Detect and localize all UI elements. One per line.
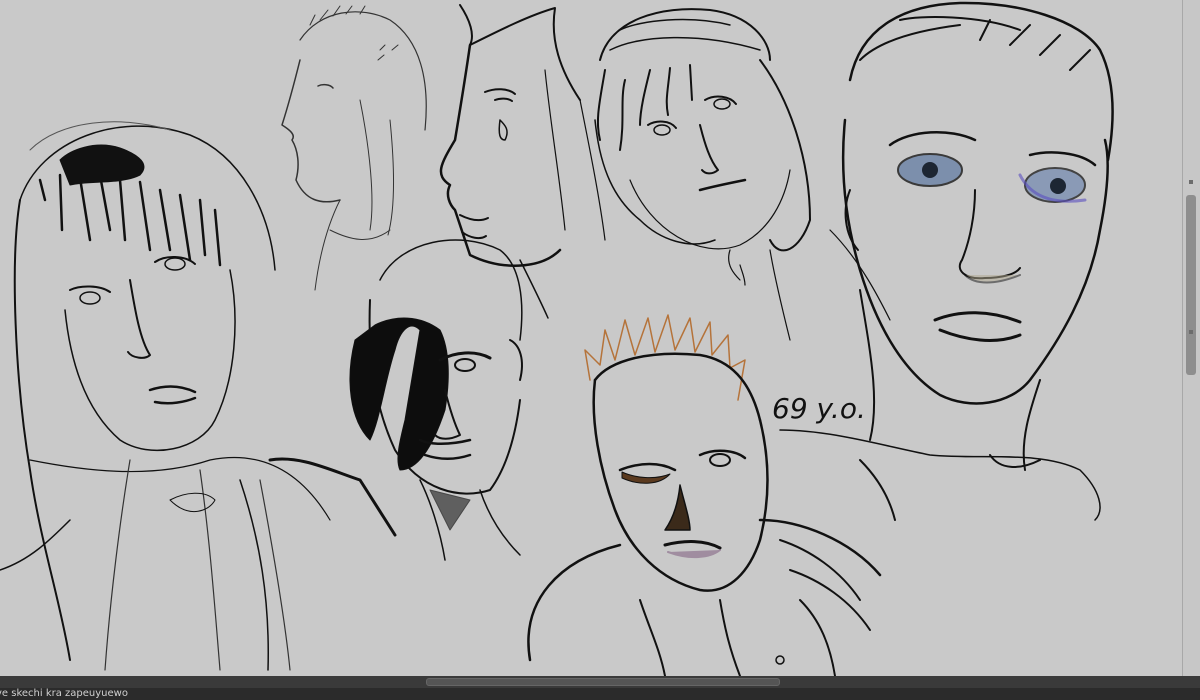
- portrait-woman-bangs: [594, 8, 891, 341]
- portrait-girl-bangs: [0, 121, 397, 671]
- vertical-scrollbar[interactable]: [1182, 0, 1200, 676]
- document-name: ve skechi kra zapeuyuewo: [0, 688, 128, 699]
- portrait-man-blue-eyes: [779, 1, 1114, 521]
- scroll-marker: [1189, 180, 1193, 184]
- vertical-scroll-thumb[interactable]: [1186, 195, 1196, 375]
- horizontal-scroll-thumb[interactable]: [426, 678, 780, 686]
- drawing-canvas[interactable]: 69 y.o.: [0, 0, 1182, 676]
- status-bar: ve skechi kra zapeuyuewo: [0, 688, 1200, 700]
- portrait-man-shaded: [349, 239, 523, 561]
- handwritten-note-age: 69 y.o.: [772, 392, 866, 425]
- horizontal-scrollbar[interactable]: [0, 676, 1200, 688]
- scroll-marker: [1189, 330, 1193, 334]
- portrait-man-profile: [439, 4, 606, 319]
- sketch-artwork: 69 y.o.: [0, 1, 1114, 676]
- portrait-profile-braid: [281, 5, 427, 291]
- portrait-older-man: [527, 314, 882, 676]
